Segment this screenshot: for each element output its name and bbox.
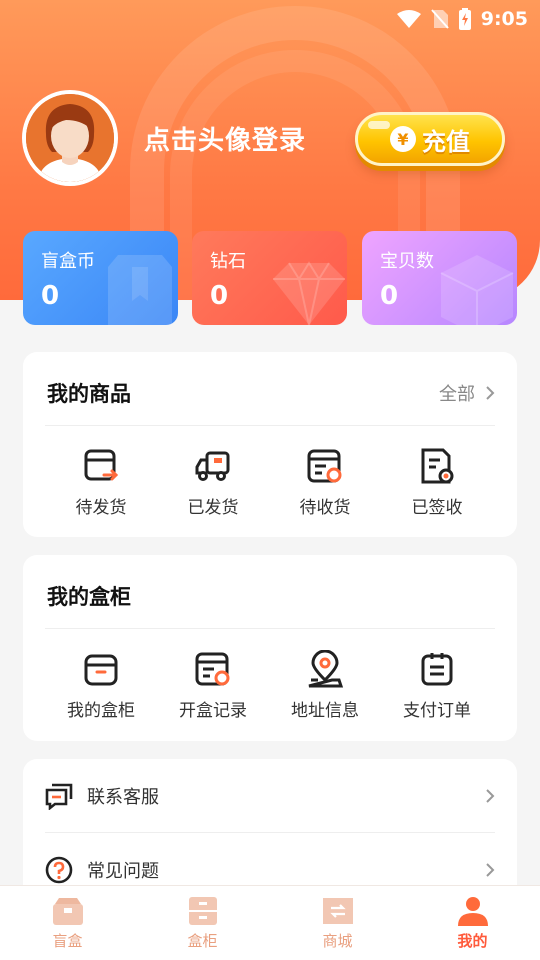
stat-value: 0 — [380, 281, 399, 311]
goods-pending-receive[interactable]: 待收货 — [269, 447, 381, 518]
cabinet-my-box[interactable]: 我的盒柜 — [45, 650, 157, 721]
goods-label: 已签收 — [411, 498, 463, 518]
tab-cabinet[interactable]: 盒柜 — [135, 886, 270, 960]
box-icon — [84, 654, 118, 686]
tab-profile[interactable]: 我的 — [405, 886, 540, 960]
wifi-icon — [396, 10, 421, 28]
truck-icon — [195, 451, 230, 481]
goods-label: 待收货 — [299, 498, 351, 518]
tab-mall[interactable]: 商城 — [270, 886, 405, 960]
see-all-label: 全部 — [439, 384, 475, 405]
tab-label: 我的 — [457, 931, 488, 950]
stat-card-treasures[interactable]: 宝贝数 0 — [362, 231, 517, 325]
goods-signed[interactable]: 已签收 — [381, 447, 493, 518]
yen-icon: ¥ — [390, 126, 416, 152]
cabinet-pay-order[interactable]: 支付订单 — [381, 650, 493, 721]
customer-service-icon — [45, 783, 73, 810]
cabinet-label: 地址信息 — [291, 701, 359, 721]
pending-receive-icon — [307, 449, 342, 483]
signed-icon — [421, 448, 454, 484]
goods-label: 已发货 — [187, 498, 239, 518]
recharge-button[interactable]: ¥ 充值 — [355, 112, 505, 166]
stat-title: 盲盒币 — [41, 251, 95, 272]
user-avatar-icon — [26, 94, 114, 182]
pending-ship-icon — [84, 449, 119, 481]
cabinet-label: 支付订单 — [403, 701, 471, 721]
status-bar: 9:05 — [396, 6, 528, 32]
stat-card-diamonds[interactable]: 钻石 0 — [192, 231, 347, 325]
cabinet-grid: 我的盒柜 开盒记录 地址信息 支付订单 — [45, 650, 495, 721]
cabinet-icon — [188, 896, 217, 925]
chevron-right-icon — [486, 863, 495, 877]
mall-icon — [322, 897, 353, 924]
record-icon — [195, 652, 230, 686]
stat-card-coins[interactable]: 盲盒币 0 — [23, 231, 178, 325]
services-card: 联系客服 常见问题 — [23, 759, 517, 899]
location-icon — [308, 650, 344, 688]
tab-label: 商城 — [322, 931, 353, 950]
cabinet-address[interactable]: 地址信息 — [269, 650, 381, 721]
avatar[interactable] — [22, 90, 118, 186]
my-cabinet-card: 我的盒柜 我的盒柜 开盒记录 地址信息 支付订单 — [23, 555, 517, 741]
order-icon — [421, 653, 453, 686]
list-label: 常见问题 — [87, 861, 159, 882]
stat-title: 宝贝数 — [380, 251, 434, 272]
cabinet-label: 开盒记录 — [179, 701, 247, 721]
question-icon — [45, 856, 73, 884]
tab-label: 盲盒 — [52, 931, 83, 950]
goods-label: 待发货 — [75, 498, 127, 518]
cabinet-open-record[interactable]: 开盒记录 — [157, 650, 269, 721]
goods-pending-ship[interactable]: 待发货 — [45, 447, 157, 518]
divider — [45, 628, 495, 629]
box-deco-icon — [108, 255, 172, 325]
goods-status-grid: 待发货 已发货 待收货 已签收 — [45, 447, 495, 518]
goods-shipped[interactable]: 已发货 — [157, 447, 269, 518]
clock: 9:05 — [480, 8, 528, 30]
profile-icon — [457, 896, 488, 926]
tab-label: 盒柜 — [187, 931, 218, 950]
chevron-right-icon — [486, 386, 495, 400]
section-title: 我的盒柜 — [47, 585, 131, 609]
login-prompt[interactable]: 点击头像登录 — [144, 120, 306, 157]
tab-blind-box[interactable]: 盲盒 — [0, 886, 135, 960]
blind-box-icon — [52, 897, 83, 925]
diamond-deco-icon — [273, 261, 345, 325]
avatar-image — [26, 94, 114, 182]
stat-value: 0 — [210, 281, 229, 311]
section-title: 我的商品 — [47, 382, 131, 406]
see-all-link[interactable]: 全部 — [439, 380, 495, 406]
button-shine — [368, 121, 390, 129]
recharge-label: 充值 — [422, 127, 470, 156]
list-label: 联系客服 — [87, 786, 159, 808]
divider — [45, 425, 495, 426]
stat-title: 钻石 — [210, 251, 246, 272]
cabinet-label: 我的盒柜 — [67, 701, 135, 721]
my-goods-card: 我的商品 全部 待发货 已发货 待收货 已签收 — [23, 352, 517, 537]
cube-deco-icon — [440, 255, 514, 325]
stat-value: 0 — [41, 281, 60, 311]
bottom-tab-bar: 盲盒 盒柜 商城 我的 — [0, 885, 540, 960]
sim-off-icon — [430, 9, 449, 29]
battery-charging-icon — [458, 8, 471, 30]
chevron-right-icon — [486, 788, 495, 803]
list-item-customer-service[interactable]: 联系客服 — [45, 759, 495, 833]
